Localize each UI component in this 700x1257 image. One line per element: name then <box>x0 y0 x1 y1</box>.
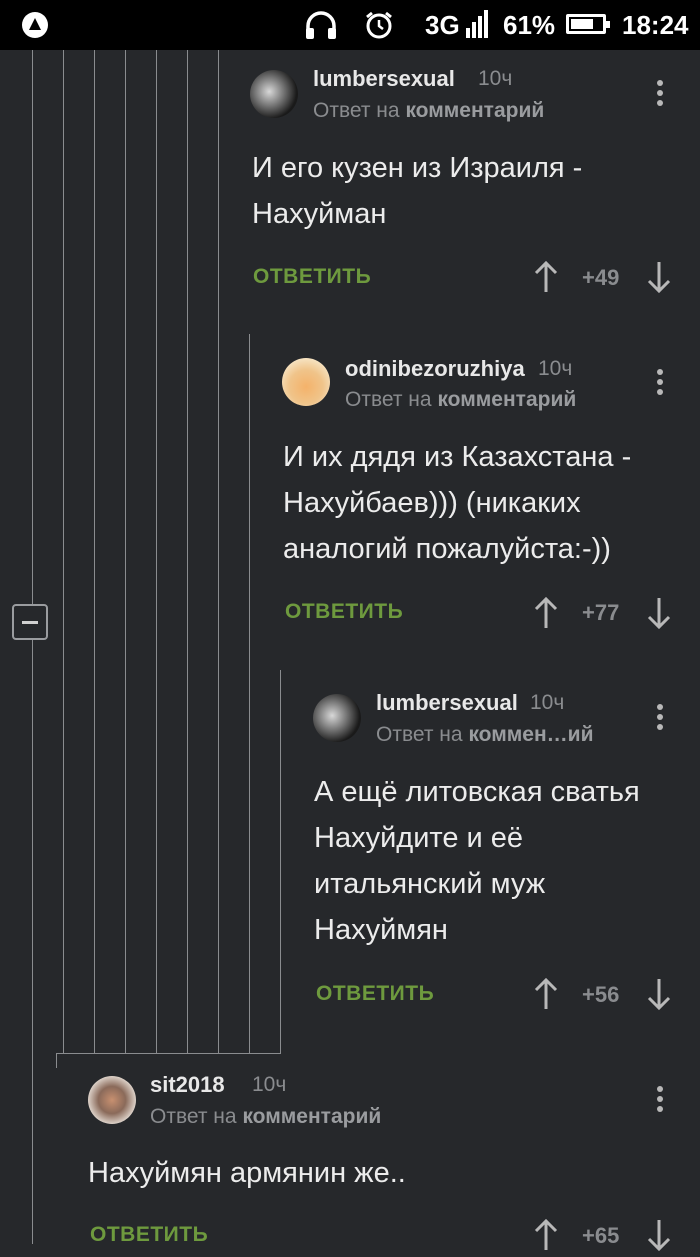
comment-time: 10ч <box>530 691 565 714</box>
reply-button[interactable]: ОТВЕТИТЬ <box>253 265 371 289</box>
downvote-icon[interactable] <box>645 596 673 630</box>
headphones-icon <box>304 10 338 47</box>
reply-target-link[interactable]: комментарий <box>437 388 576 411</box>
reply-button[interactable]: ОТВЕТИТЬ <box>316 982 434 1006</box>
more-options-icon[interactable] <box>654 369 664 399</box>
upvote-icon[interactable] <box>532 260 560 294</box>
comment-score: +49 <box>582 265 620 290</box>
comment-score: +77 <box>582 600 620 625</box>
reply-button[interactable]: ОТВЕТИТЬ <box>90 1223 208 1247</box>
downvote-icon[interactable] <box>645 977 673 1011</box>
battery-percent: 61% <box>503 10 556 40</box>
reply-target-link[interactable]: комментарий <box>242 1105 381 1128</box>
reply-to: Ответ на комментарий <box>150 1105 382 1128</box>
avatar[interactable] <box>250 70 298 118</box>
app-icon <box>22 12 48 38</box>
more-options-icon[interactable] <box>654 1086 664 1116</box>
downvote-icon[interactable] <box>645 1218 673 1252</box>
more-options-icon[interactable] <box>654 80 664 110</box>
comment-text: И их дядя из Казахстана - Нахуйбаев))) (… <box>283 441 632 565</box>
username[interactable]: lumbersexual <box>376 690 518 716</box>
username[interactable]: lumbersexual <box>313 66 455 92</box>
status-bar: 3G 61% 18:24 <box>0 0 700 50</box>
avatar[interactable] <box>282 358 330 406</box>
username[interactable]: odinibezoruzhiya <box>345 356 525 382</box>
avatar[interactable] <box>313 694 361 742</box>
reply-to: Ответ на комментарий <box>345 388 577 411</box>
comment-time: 10ч <box>478 67 513 90</box>
reply-button[interactable]: ОТВЕТИТЬ <box>285 600 403 624</box>
alarm-icon <box>364 10 394 47</box>
clock-time: 18:24 <box>622 10 689 40</box>
reply-to: Ответ на комментарий <box>313 99 545 122</box>
battery-icon <box>566 14 610 34</box>
reply-to: Ответ на коммен…ий <box>376 723 594 746</box>
reply-target-link[interactable]: коммен…ий <box>468 723 593 746</box>
comment-text: И его кузен из Израиля - Нахуйман <box>252 152 583 230</box>
reply-target-link[interactable]: комментарий <box>405 99 544 122</box>
signal-type: 3G <box>425 10 460 40</box>
comment-time: 10ч <box>538 357 573 380</box>
upvote-icon[interactable] <box>532 596 560 630</box>
comment-score: +65 <box>582 1223 620 1248</box>
username[interactable]: sit2018 <box>150 1072 225 1098</box>
comment-time: 10ч <box>252 1073 287 1096</box>
collapse-thread-button[interactable] <box>12 604 48 640</box>
more-options-icon[interactable] <box>654 704 664 734</box>
comment-text: А ещё литовская сватья Нахуйдите и её ит… <box>314 776 640 946</box>
signal-icon <box>466 10 490 47</box>
downvote-icon[interactable] <box>645 260 673 294</box>
upvote-icon[interactable] <box>532 977 560 1011</box>
comment-score: +56 <box>582 982 620 1007</box>
comment-text: Нахуймян армянин же.. <box>88 1157 406 1189</box>
upvote-icon[interactable] <box>532 1218 560 1252</box>
avatar[interactable] <box>88 1076 136 1124</box>
